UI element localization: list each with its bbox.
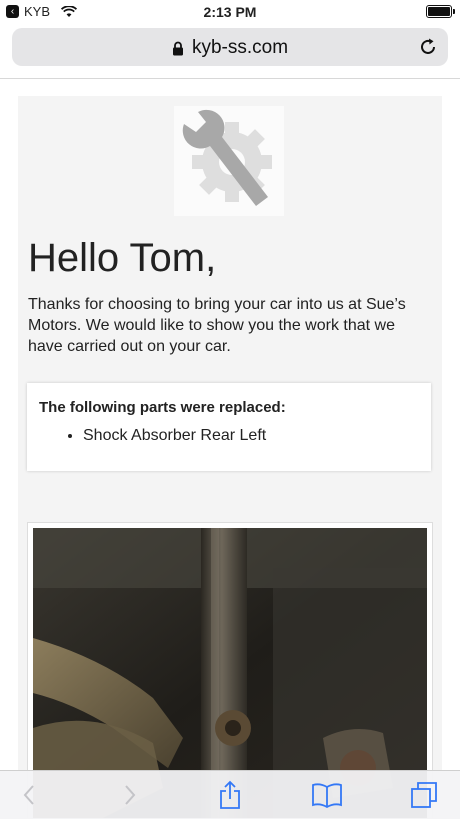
replaced-parts-card: The following parts were replaced: Shock…	[27, 383, 431, 471]
address-bar[interactable]: kyb-ss.com	[12, 28, 448, 66]
intro-paragraph: Thanks for choosing to bring your car in…	[28, 296, 406, 355]
chevron-left-icon	[23, 785, 34, 805]
url-display[interactable]: kyb-ss.com	[12, 37, 448, 59]
status-bar: ‹ KYB 2:13 PM	[0, 0, 460, 24]
url-text[interactable]: kyb-ss.com	[192, 37, 288, 59]
share-button[interactable]	[206, 771, 254, 819]
book-icon	[312, 783, 342, 808]
greeting-heading: Hello Tom,	[28, 236, 217, 280]
tabs-button[interactable]	[400, 771, 448, 819]
reload-icon[interactable]	[418, 37, 438, 57]
bookmarks-button[interactable]	[303, 771, 351, 819]
share-icon	[220, 780, 240, 809]
chevron-right-icon	[125, 785, 136, 805]
list-item: Shock Absorber Rear Left	[83, 427, 266, 445]
parts-list: Shock Absorber Rear Left	[27, 427, 266, 445]
battery-icon	[426, 5, 455, 18]
back-button[interactable]	[5, 771, 53, 819]
toolbar-divider	[0, 78, 460, 79]
safari-toolbar	[0, 770, 460, 819]
email-content: Hello Tom, Thanks for choosing to bring …	[18, 96, 442, 818]
wrench-gear-icon	[182, 109, 272, 206]
status-time: 2:13 PM	[203, 4, 257, 20]
workshop-logo	[174, 106, 284, 216]
forward-button[interactable]	[106, 771, 154, 819]
lock-icon	[172, 41, 183, 55]
parts-heading: The following parts were replaced:	[39, 399, 286, 416]
tabs-icon	[411, 782, 437, 808]
